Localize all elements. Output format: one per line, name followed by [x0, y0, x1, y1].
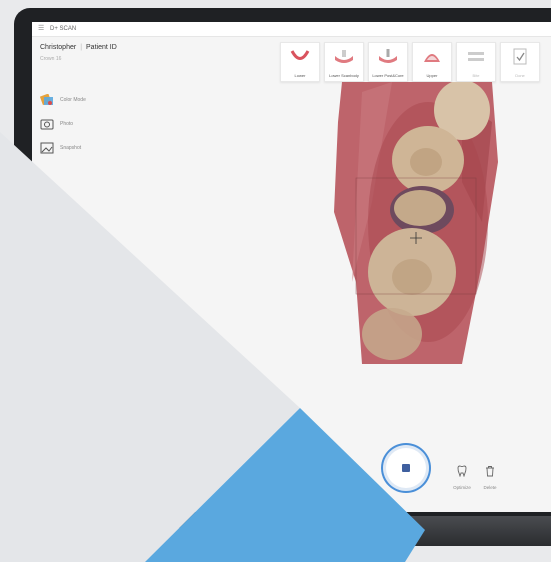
upper-arch-icon — [424, 54, 440, 62]
case-subtitle: Crown 16 — [40, 56, 62, 62]
tool-label: Photo — [60, 121, 74, 127]
lower-arch-icon — [290, 50, 310, 60]
scan-type-upper[interactable]: Upper — [412, 42, 452, 82]
camera-icon — [40, 119, 54, 130]
delete-button[interactable]: Delete — [478, 464, 502, 490]
bite-icon — [468, 52, 484, 61]
scan-type-label: Done — [515, 73, 525, 78]
lower-scanbody-icon — [335, 50, 353, 63]
optimize-button[interactable]: Optimize — [450, 464, 474, 490]
color-mode-icon — [40, 94, 53, 106]
title-bar: ☰ D+ SCAN — [32, 22, 551, 37]
scan-type-label: Bite — [472, 73, 480, 78]
scan-type-label: Lower Post&Core — [372, 73, 404, 78]
separator: | — [80, 44, 83, 51]
scan-type-toolbar: Lower Lower Scanbody Lower Post&Core Upp… — [280, 42, 540, 82]
patient-id: Patient ID — [86, 44, 117, 51]
optimize-label: Optimize — [453, 485, 471, 490]
scan-type-label: Upper — [426, 73, 438, 78]
trash-icon — [486, 466, 494, 477]
tool-label: Color Mode — [60, 97, 86, 103]
record-stop-icon — [402, 464, 410, 472]
scan-type-label: Lower Scanbody — [329, 73, 359, 78]
scan-type-lower-scanbody[interactable]: Lower Scanbody — [324, 42, 364, 82]
snapshot-tool[interactable]: Snapshot — [40, 142, 120, 166]
scan-type-done[interactable]: Done — [500, 42, 540, 82]
scan-type-lower[interactable]: Lower — [280, 42, 320, 82]
laptop-keyboard — [300, 516, 551, 546]
patient-name: Christopher — [40, 44, 77, 51]
tool-label: Snapshot — [60, 145, 82, 151]
done-icon — [513, 48, 527, 65]
delete-label: Delete — [483, 485, 497, 490]
app-name: D+ SCAN — [50, 26, 77, 32]
color-mode-tool[interactable]: Color Mode — [40, 94, 120, 118]
photo-tool[interactable]: Photo — [40, 118, 120, 142]
dental-scan-3d-view[interactable] — [332, 82, 500, 364]
patient-header: Christopher | Patient ID — [40, 44, 117, 51]
app-screen: ☰ D+ SCAN Christopher | Patient ID Crown 1… — [32, 22, 551, 512]
lower-post-core-icon — [379, 49, 397, 63]
menu-icon[interactable]: ☰ — [38, 22, 44, 36]
snapshot-icon — [40, 142, 54, 154]
scan-type-label: Lower — [294, 73, 306, 78]
scan-type-lower-post-core[interactable]: Lower Post&Core — [368, 42, 408, 82]
scan-type-bite[interactable]: Bite — [456, 42, 496, 82]
tool-list: Color Mode Photo Snapshot — [40, 94, 120, 166]
record-button[interactable] — [386, 448, 426, 488]
tooth-icon — [457, 465, 467, 478]
